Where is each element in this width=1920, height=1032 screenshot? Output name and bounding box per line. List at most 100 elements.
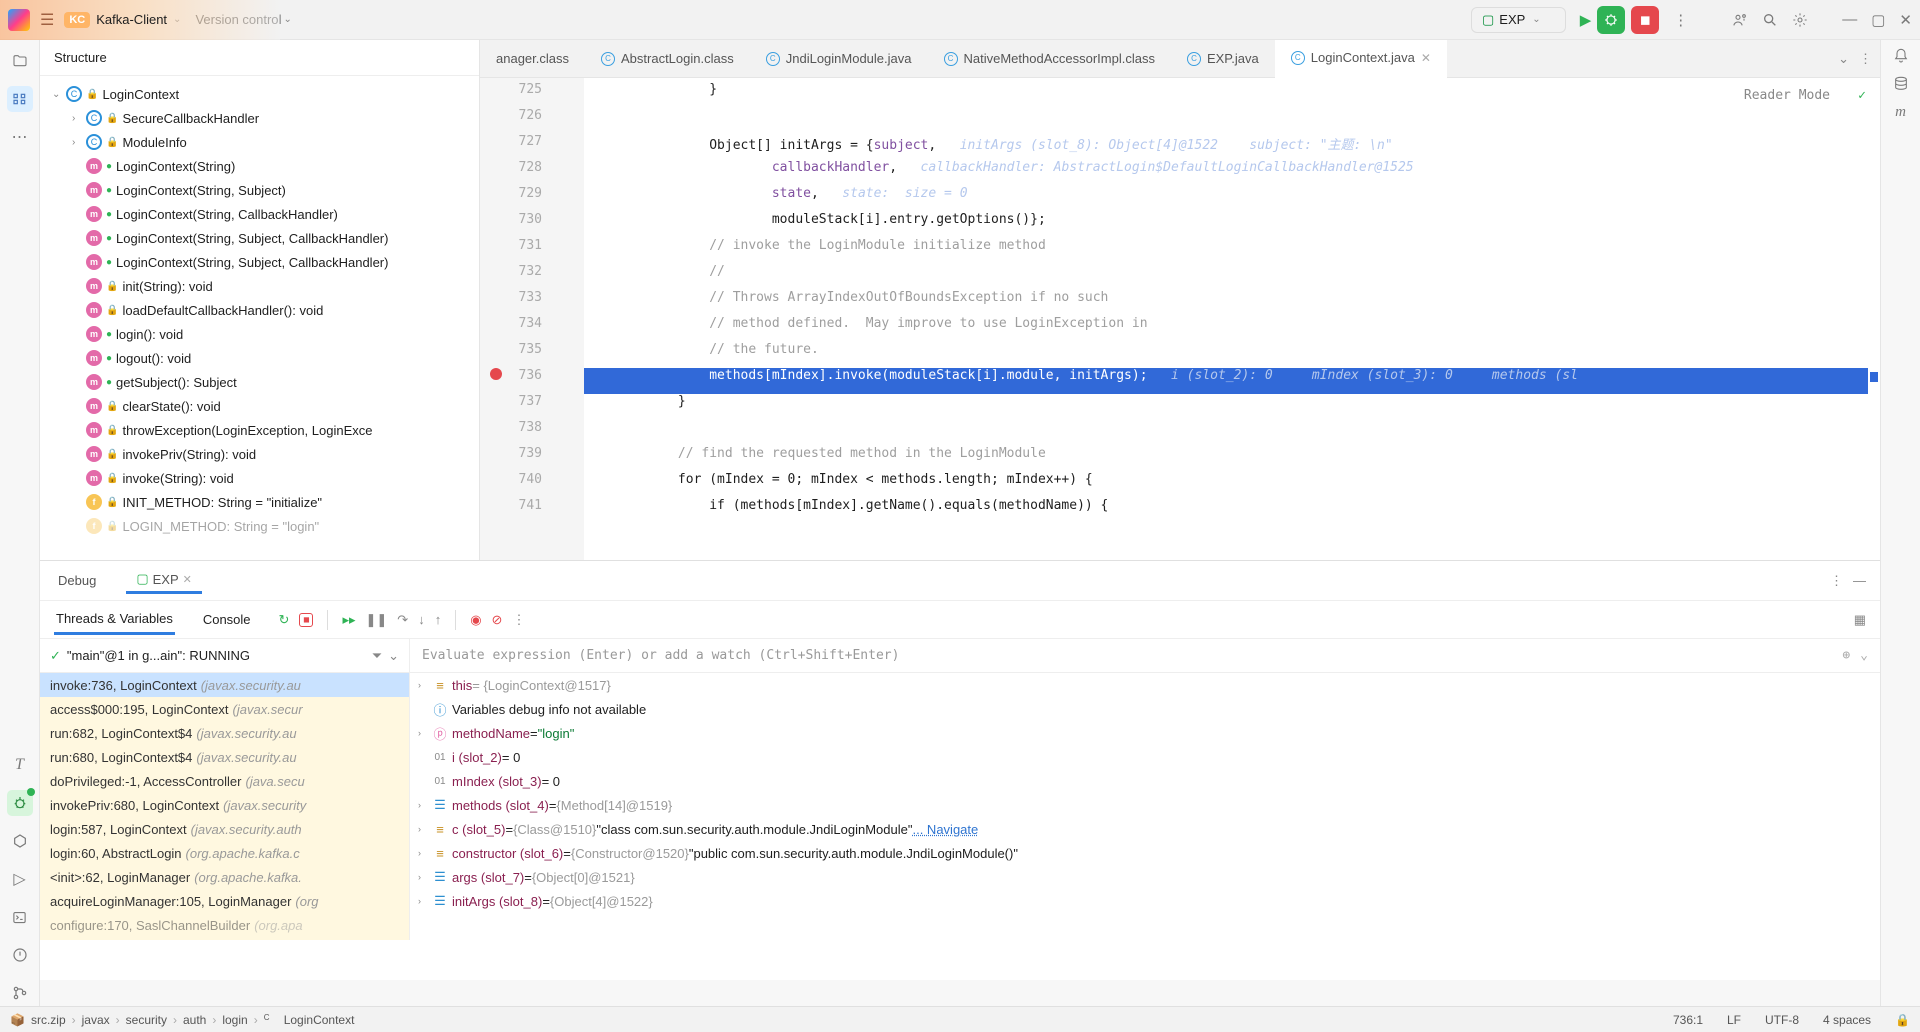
text-tool-icon[interactable]: T <box>7 752 33 778</box>
stack-frame[interactable]: login:60, AbstractLogin(org.apache.kafka… <box>40 841 409 865</box>
stop-button[interactable]: ◼ <box>1631 6 1659 34</box>
variable-row[interactable]: ›☰initArgs (slot_8) = {Object[4]@1522} <box>410 889 1880 913</box>
variable-row[interactable]: ›☰args (slot_7) = {Object[0]@1521} <box>410 865 1880 889</box>
thread-selector[interactable]: ✓ "main"@1 in g...ain": RUNNING ⏷ ⌄ <box>40 639 409 673</box>
search-icon[interactable] <box>1762 12 1778 28</box>
chevron-down-icon[interactable]: ⌄ <box>388 648 399 664</box>
editor-tab[interactable]: CNativeMethodAccessorImpl.class <box>928 40 1171 78</box>
resume-icon[interactable]: ▸▸ <box>342 612 355 628</box>
debug-tab[interactable]: Debug <box>54 567 100 594</box>
close-icon[interactable]: ✕ <box>183 573 192 586</box>
more-icon[interactable]: ⋮ <box>512 612 525 628</box>
notifications-icon[interactable] <box>1893 48 1909 64</box>
stack-frame[interactable]: invoke:736, LoginContext(javax.security.… <box>40 673 409 697</box>
console-tab[interactable]: Console <box>201 606 253 633</box>
run-tool-icon[interactable]: ▷ <box>7 866 33 892</box>
stack-frame[interactable]: access$000:195, LoginContext(javax.secur <box>40 697 409 721</box>
code-line[interactable]: // the future. <box>584 342 1868 368</box>
tree-field-row[interactable]: f🔒INIT_METHOD: String = "initialize" <box>44 490 475 514</box>
run-config-selector[interactable]: ▢ EXP ⌄ <box>1471 7 1566 33</box>
terminal-tool-icon[interactable] <box>7 904 33 930</box>
project-badge[interactable]: KC <box>64 12 90 28</box>
threads-vars-tab[interactable]: Threads & Variables <box>54 605 175 635</box>
editor-tab[interactable]: CAbstractLogin.class <box>585 40 750 78</box>
maximize-icon[interactable]: ▢ <box>1871 11 1885 29</box>
caret-pos[interactable]: 736:1 <box>1673 1013 1703 1027</box>
pause-icon[interactable]: ❚❚ <box>366 612 388 628</box>
chevron-down-icon[interactable]: ⌄ <box>173 14 181 25</box>
project-name[interactable]: Kafka-Client <box>96 12 167 27</box>
gutter[interactable]: 725726727728729730731732733734735 736 73… <box>480 78 584 560</box>
editor-tab[interactable]: CEXP.java <box>1171 40 1275 78</box>
stack-frame[interactable]: run:682, LoginContext$4(javax.security.a… <box>40 721 409 745</box>
tree-method-row[interactable]: m●logout(): void <box>44 346 475 370</box>
gear-icon[interactable] <box>1792 12 1808 28</box>
more-icon[interactable]: ⋮ <box>1859 51 1872 67</box>
code-line[interactable]: // <box>584 264 1868 290</box>
version-control-menu[interactable]: Version control <box>195 12 281 27</box>
close-icon[interactable]: ✕ <box>1899 11 1912 29</box>
more-tools-icon[interactable]: ⋯ <box>7 124 33 150</box>
encoding[interactable]: UTF-8 <box>1765 1013 1799 1027</box>
tree-method-row[interactable]: m●LoginContext(String, Subject, Callback… <box>44 226 475 250</box>
stack-frame[interactable]: configure:170, SaslChannelBuilder(org.ap… <box>40 913 409 937</box>
stack-frame[interactable]: run:680, LoginContext$4(javax.security.a… <box>40 745 409 769</box>
problems-tool-icon[interactable] <box>7 942 33 968</box>
code-line[interactable]: callbackHandler, callbackHandler: Abstra… <box>584 160 1868 186</box>
stack-frame[interactable]: invokePriv:680, LoginContext(javax.secur… <box>40 793 409 817</box>
main-menu-icon[interactable]: ☰ <box>40 10 54 30</box>
tree-method-row[interactable]: m●LoginContext(String, CallbackHandler) <box>44 202 475 226</box>
code-line[interactable] <box>584 108 1868 134</box>
tree-field-row[interactable]: f🔒LOGIN_METHOD: String = "login" <box>44 514 475 538</box>
variable-row[interactable]: ›≡c (slot_5) = {Class@1510} "class com.s… <box>410 817 1880 841</box>
code-line[interactable]: for (mIndex = 0; mIndex < methods.length… <box>584 472 1868 498</box>
more-icon[interactable]: ⋮ <box>1673 11 1688 29</box>
tree-class-row[interactable]: ›C🔒ModuleInfo <box>44 130 475 154</box>
variable-row[interactable]: 01i (slot_2) = 0 <box>410 745 1880 769</box>
code-line[interactable]: } <box>584 82 1868 108</box>
chevron-down-icon[interactable]: ⌄ <box>1860 648 1868 663</box>
variable-row[interactable]: ›☰methods (slot_4) = {Method[14]@1519} <box>410 793 1880 817</box>
ide-logo[interactable] <box>8 9 30 31</box>
code-line[interactable]: state, state: size = 0 <box>584 186 1868 212</box>
step-out-icon[interactable]: ↑ <box>435 612 442 627</box>
reader-mode-label[interactable]: Reader Mode <box>1744 88 1830 103</box>
variable-row[interactable]: ›≡constructor (slot_6) = {Constructor@15… <box>410 841 1880 865</box>
database-tool-icon[interactable] <box>1893 76 1909 92</box>
code-line[interactable]: Object[] initArgs = {subject, initArgs (… <box>584 134 1868 160</box>
tree-method-row[interactable]: m🔒throwException(LoginException, LoginEx… <box>44 418 475 442</box>
add-watch-icon[interactable]: ⊕ <box>1842 648 1850 663</box>
tree-method-row[interactable]: m🔒loadDefaultCallbackHandler(): void <box>44 298 475 322</box>
code-line[interactable]: // find the requested method in the Logi… <box>584 446 1868 472</box>
line-ending[interactable]: LF <box>1727 1013 1741 1027</box>
tree-method-row[interactable]: m●getSubject(): Subject <box>44 370 475 394</box>
debug-session-tab[interactable]: ▢EXP✕ <box>126 567 202 594</box>
stop-icon[interactable]: ◼ <box>299 613 313 627</box>
rerun-icon[interactable]: ↻ <box>279 612 290 628</box>
code-line[interactable]: if (methods[mIndex].getName().equals(met… <box>584 498 1868 524</box>
chevron-down-icon[interactable]: ⌄ <box>1838 51 1849 67</box>
run-icon[interactable]: ▶ <box>1580 11 1592 29</box>
stack-frame[interactable]: <init>:62, LoginManager(org.apache.kafka… <box>40 865 409 889</box>
code-line[interactable]: // Throws ArrayIndexOutOfBoundsException… <box>584 290 1868 316</box>
maven-tool-icon[interactable]: m <box>1895 104 1906 121</box>
tree-method-row[interactable]: m🔒clearState(): void <box>44 394 475 418</box>
variable-row[interactable]: ›≡this = {LoginContext@1517} <box>410 673 1880 697</box>
chevron-down-icon[interactable]: ⌄ <box>283 14 291 25</box>
more-icon[interactable]: ⋮ <box>1830 573 1843 589</box>
code-line[interactable]: // invoke the LoginModule initialize met… <box>584 238 1868 264</box>
stack-frame[interactable]: doPrivileged:-1, AccessController(java.s… <box>40 769 409 793</box>
indent[interactable]: 4 spaces <box>1823 1013 1871 1027</box>
minimize-icon[interactable]: — <box>1842 11 1857 28</box>
tree-class-row[interactable]: ›C🔒SecureCallbackHandler <box>44 106 475 130</box>
editor-stripe[interactable] <box>1868 78 1880 560</box>
minimize-panel-icon[interactable]: — <box>1853 573 1866 589</box>
close-tab-icon[interactable]: ✕ <box>1421 51 1431 65</box>
step-into-icon[interactable]: ↓ <box>418 612 425 627</box>
tree-method-row[interactable]: m🔒invokePriv(String): void <box>44 442 475 466</box>
tree-class-row[interactable]: ⌄C🔒LoginContext <box>44 82 475 106</box>
mute-breakpoints-icon[interactable]: ⊘ <box>492 612 503 628</box>
vcs-tool-icon[interactable] <box>7 980 33 1006</box>
breakpoints-icon[interactable]: ◉ <box>470 612 481 628</box>
evaluate-expression-input[interactable]: Evaluate expression (Enter) or add a wat… <box>410 639 1880 673</box>
